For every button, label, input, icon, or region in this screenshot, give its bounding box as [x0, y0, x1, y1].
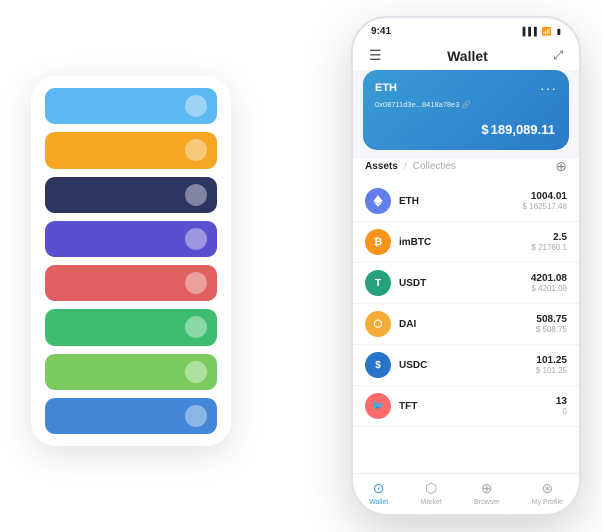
eth-icon: [365, 188, 391, 214]
tab-divider: /: [404, 161, 407, 172]
scene: 9:41 ▐▐▐ 📶 ▮ ☰ Wallet ⤢ ETH ··· 0x08711d…: [21, 16, 581, 516]
eth-values: 1004.01 $ 162517.48: [523, 191, 568, 211]
eth-card-header: ETH ···: [375, 80, 557, 96]
tft-usd: 0: [556, 407, 567, 416]
browser-nav-label: Browser: [474, 499, 500, 506]
dai-usd: $ 508.75: [536, 325, 567, 334]
profile-nav-icon: ⊛: [541, 480, 553, 497]
nav-wallet[interactable]: ⊙ Wallet: [369, 480, 388, 506]
market-nav-icon: ⬡: [425, 480, 437, 497]
imbtc-icon: ₿: [365, 229, 391, 255]
tab-collecties[interactable]: Collecties: [413, 161, 456, 172]
eth-name: ETH: [399, 196, 523, 207]
dai-name: DAI: [399, 319, 536, 330]
eth-usd: $ 162517.48: [523, 202, 568, 211]
tft-amount: 13: [556, 396, 567, 407]
usdt-name: USDT: [399, 278, 531, 289]
status-time: 9:41: [371, 26, 391, 37]
balance-value: 189,089.11: [491, 122, 555, 137]
asset-item-dai[interactable]: ⬡ DAI 508.75 $ 508.75: [353, 304, 579, 345]
usdc-amount: 101.25: [536, 355, 567, 366]
signal-icon: ▐▐▐: [520, 27, 537, 36]
bg-row-6: [45, 309, 217, 345]
background-card: [31, 76, 231, 446]
market-nav-label: Market: [420, 499, 441, 506]
bg-row-3: [45, 177, 217, 213]
add-asset-icon[interactable]: ⊕: [555, 158, 567, 175]
dai-values: 508.75 $ 508.75: [536, 314, 567, 334]
browser-nav-icon: ⊕: [481, 480, 493, 497]
bg-row-4: [45, 221, 217, 257]
phone-mockup: 9:41 ▐▐▐ 📶 ▮ ☰ Wallet ⤢ ETH ··· 0x08711d…: [351, 16, 581, 516]
nav-profile[interactable]: ⊛ My Profile: [532, 480, 563, 506]
bg-row-5: [45, 265, 217, 301]
assets-tabs: Assets / Collecties: [365, 161, 456, 172]
tft-icon: 🐦: [365, 393, 391, 419]
tft-values: 13 0: [556, 396, 567, 416]
eth-card-balance: $189,089.11: [375, 117, 557, 140]
dai-icon: ⬡: [365, 311, 391, 337]
page-title: Wallet: [447, 48, 488, 64]
profile-nav-label: My Profile: [532, 499, 563, 506]
asset-list: ETH 1004.01 $ 162517.48 ₿ imBTC 2.5 $ 21…: [353, 181, 579, 473]
battery-icon: ▮: [557, 27, 561, 36]
eth-card-more[interactable]: ···: [540, 80, 557, 96]
wallet-nav-icon: ⊙: [373, 480, 385, 497]
eth-amount: 1004.01: [523, 191, 568, 202]
nav-bar: ☰ Wallet ⤢: [353, 41, 579, 70]
usdt-values: 4201.08 $ 4201.08: [531, 273, 567, 293]
nav-market[interactable]: ⬡ Market: [420, 480, 441, 506]
imbtc-name: imBTC: [399, 237, 531, 248]
bg-row-1: [45, 88, 217, 124]
usdc-usd: $ 101.25: [536, 366, 567, 375]
asset-item-tft[interactable]: 🐦 TFT 13 0: [353, 386, 579, 427]
bg-row-2: [45, 132, 217, 168]
bottom-nav: ⊙ Wallet ⬡ Market ⊕ Browser ⊛ My Profile: [353, 473, 579, 514]
usdt-usd: $ 4201.08: [531, 284, 567, 293]
asset-item-usdt[interactable]: T USDT 4201.08 $ 4201.08: [353, 263, 579, 304]
usdt-amount: 4201.08: [531, 273, 567, 284]
status-bar: 9:41 ▐▐▐ 📶 ▮: [353, 18, 579, 41]
usdt-icon: T: [365, 270, 391, 296]
status-icons: ▐▐▐ 📶 ▮: [520, 27, 561, 36]
usdc-values: 101.25 $ 101.25: [536, 355, 567, 375]
bg-row-7: [45, 354, 217, 390]
asset-item-eth[interactable]: ETH 1004.01 $ 162517.48: [353, 181, 579, 222]
expand-icon[interactable]: ⤢: [553, 48, 563, 63]
imbtc-values: 2.5 $ 21760.1: [531, 232, 567, 252]
usdc-name: USDC: [399, 360, 536, 371]
tft-name: TFT: [399, 401, 556, 412]
dai-amount: 508.75: [536, 314, 567, 325]
currency-symbol: $: [481, 122, 488, 137]
imbtc-amount: 2.5: [531, 232, 567, 243]
nav-browser[interactable]: ⊕ Browser: [474, 480, 500, 506]
wallet-nav-label: Wallet: [369, 499, 388, 506]
wifi-icon: 📶: [542, 27, 552, 36]
eth-card-title: ETH: [375, 82, 397, 94]
usdc-icon: $: [365, 352, 391, 378]
asset-item-usdc[interactable]: $ USDC 101.25 $ 101.25: [353, 345, 579, 386]
bg-row-8: [45, 398, 217, 434]
eth-card[interactable]: ETH ··· 0x08711d3e...8418a78e3 🔗 $189,08…: [363, 70, 569, 150]
assets-header: Assets / Collecties ⊕: [353, 158, 579, 181]
asset-item-imbtc[interactable]: ₿ imBTC 2.5 $ 21760.1: [353, 222, 579, 263]
tab-assets[interactable]: Assets: [365, 161, 398, 172]
eth-card-address: 0x08711d3e...8418a78e3 🔗: [375, 100, 557, 109]
menu-icon[interactable]: ☰: [369, 47, 382, 64]
imbtc-usd: $ 21760.1: [531, 243, 567, 252]
